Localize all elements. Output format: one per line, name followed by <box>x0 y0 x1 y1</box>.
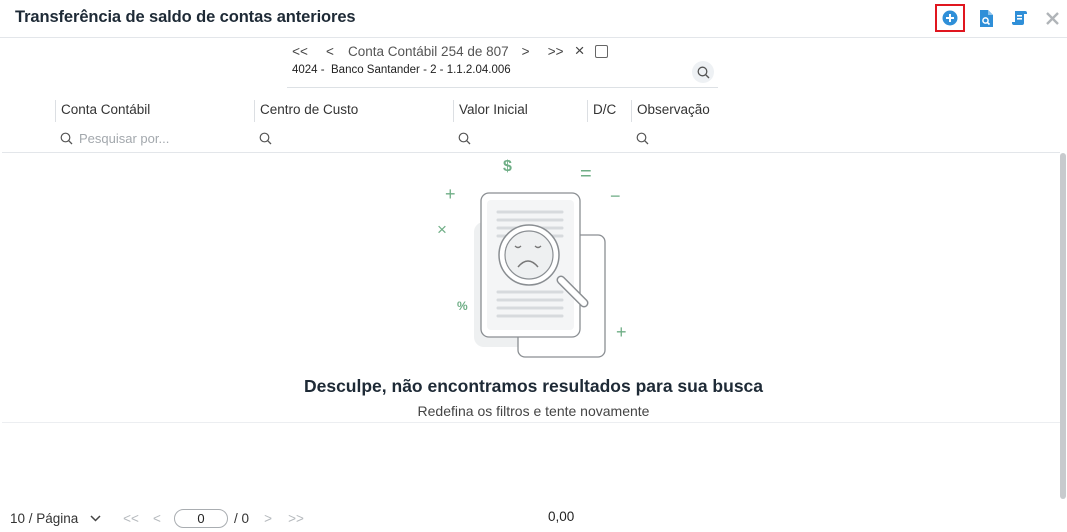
chevron-right-icon: > <box>264 511 272 526</box>
column-label: D/C <box>593 102 617 117</box>
page-size-select[interactable]: 10 / Página <box>10 511 101 526</box>
pagination-footer: 10 / Página << < / 0 > >> 0,00 <box>0 505 1067 532</box>
page-total: / 0 <box>234 511 250 526</box>
account-value: 4024 - Banco Santander - 2 - 1.1.2.04.00… <box>292 64 511 76</box>
filter-observacao <box>636 127 746 149</box>
search-document-button[interactable] <box>971 4 1001 32</box>
column-label: Centro de Custo <box>260 102 359 117</box>
pager: << < / 0 > >> <box>122 509 315 528</box>
plus-circle-icon <box>942 10 958 26</box>
document-search-icon <box>980 9 993 27</box>
page-number-input[interactable] <box>174 509 228 528</box>
column-label: Valor Inicial <box>459 102 528 117</box>
chevron-left-icon: < <box>326 43 334 59</box>
filter-valor-inicial <box>458 127 583 149</box>
chevron-down-icon <box>90 515 101 522</box>
close-button[interactable] <box>1037 4 1067 32</box>
dollar-symbol: $ <box>503 158 512 175</box>
previous-page-button[interactable]: < <box>148 511 166 526</box>
account-search-button[interactable] <box>692 61 714 83</box>
plus-symbol: + <box>445 184 456 204</box>
filter-centro-de-custo <box>259 127 449 149</box>
double-chevron-left-icon: << <box>123 511 139 526</box>
column-header-conta-contabil[interactable]: Conta Contábil <box>55 100 254 122</box>
double-chevron-right-icon: >> <box>547 43 564 59</box>
column-header-valor-inicial[interactable]: Valor Inicial <box>453 100 587 122</box>
search-icon <box>259 132 272 144</box>
first-page-button[interactable]: << <box>122 511 140 526</box>
minus-symbol: − <box>610 186 621 206</box>
equals-symbol: = <box>580 163 592 185</box>
window-title: Transferência de saldo de contas anterio… <box>15 8 356 26</box>
column-label: Observação <box>637 102 710 117</box>
close-icon <box>1045 11 1059 25</box>
vertical-scrollbar[interactable] <box>1060 153 1066 499</box>
search-icon <box>697 66 709 78</box>
empty-state-subtitle: Redefina os filtros e tente novamente <box>417 403 650 419</box>
column-label: Conta Contábil <box>61 102 151 117</box>
page-size-value: 10 / Página <box>10 511 79 526</box>
grid-bottom-divider <box>2 422 1060 423</box>
record-position-label: Conta Contábil 254 de 807 <box>348 43 509 59</box>
filter-input-observacao[interactable] <box>655 130 740 146</box>
filter-input-valor-inicial[interactable] <box>477 130 577 146</box>
chevron-right-icon: > <box>521 43 530 59</box>
filter-input-conta-contabil[interactable] <box>79 130 239 146</box>
total-value: 0,00 <box>548 509 575 524</box>
empty-results-illustration: $ = + − × % + <box>437 158 627 358</box>
chevron-left-icon: < <box>153 511 161 526</box>
search-icon <box>636 132 649 144</box>
filter-conta-contabil <box>60 127 250 149</box>
filter-input-centro-de-custo[interactable] <box>278 130 438 146</box>
double-chevron-left-icon: << <box>292 43 308 59</box>
column-header-centro-de-custo[interactable]: Centro de Custo <box>254 100 453 122</box>
search-icon <box>458 132 471 144</box>
times-symbol: × <box>437 220 447 239</box>
column-header-dc[interactable]: D/C <box>587 100 631 122</box>
account-field[interactable]: 4024 - Banco Santander - 2 - 1.1.2.04.00… <box>287 58 718 88</box>
search-icon <box>60 132 73 144</box>
double-chevron-right-icon: >> <box>288 511 304 526</box>
report-button[interactable] <box>1005 4 1035 32</box>
scroll-list-icon <box>1012 11 1027 25</box>
last-page-button[interactable]: >> <box>285 511 307 526</box>
record-checkbox[interactable] <box>594 44 608 58</box>
percent-symbol: % <box>457 299 468 313</box>
plus-symbol: + <box>616 322 627 342</box>
next-page-button[interactable]: > <box>259 511 277 526</box>
column-header-observacao[interactable]: Observação <box>631 100 751 122</box>
empty-state-title: Desculpe, não encontramos resultados par… <box>303 376 764 396</box>
window-header: Transferência de saldo de contas anterio… <box>0 0 1067 38</box>
add-button[interactable] <box>935 4 965 32</box>
